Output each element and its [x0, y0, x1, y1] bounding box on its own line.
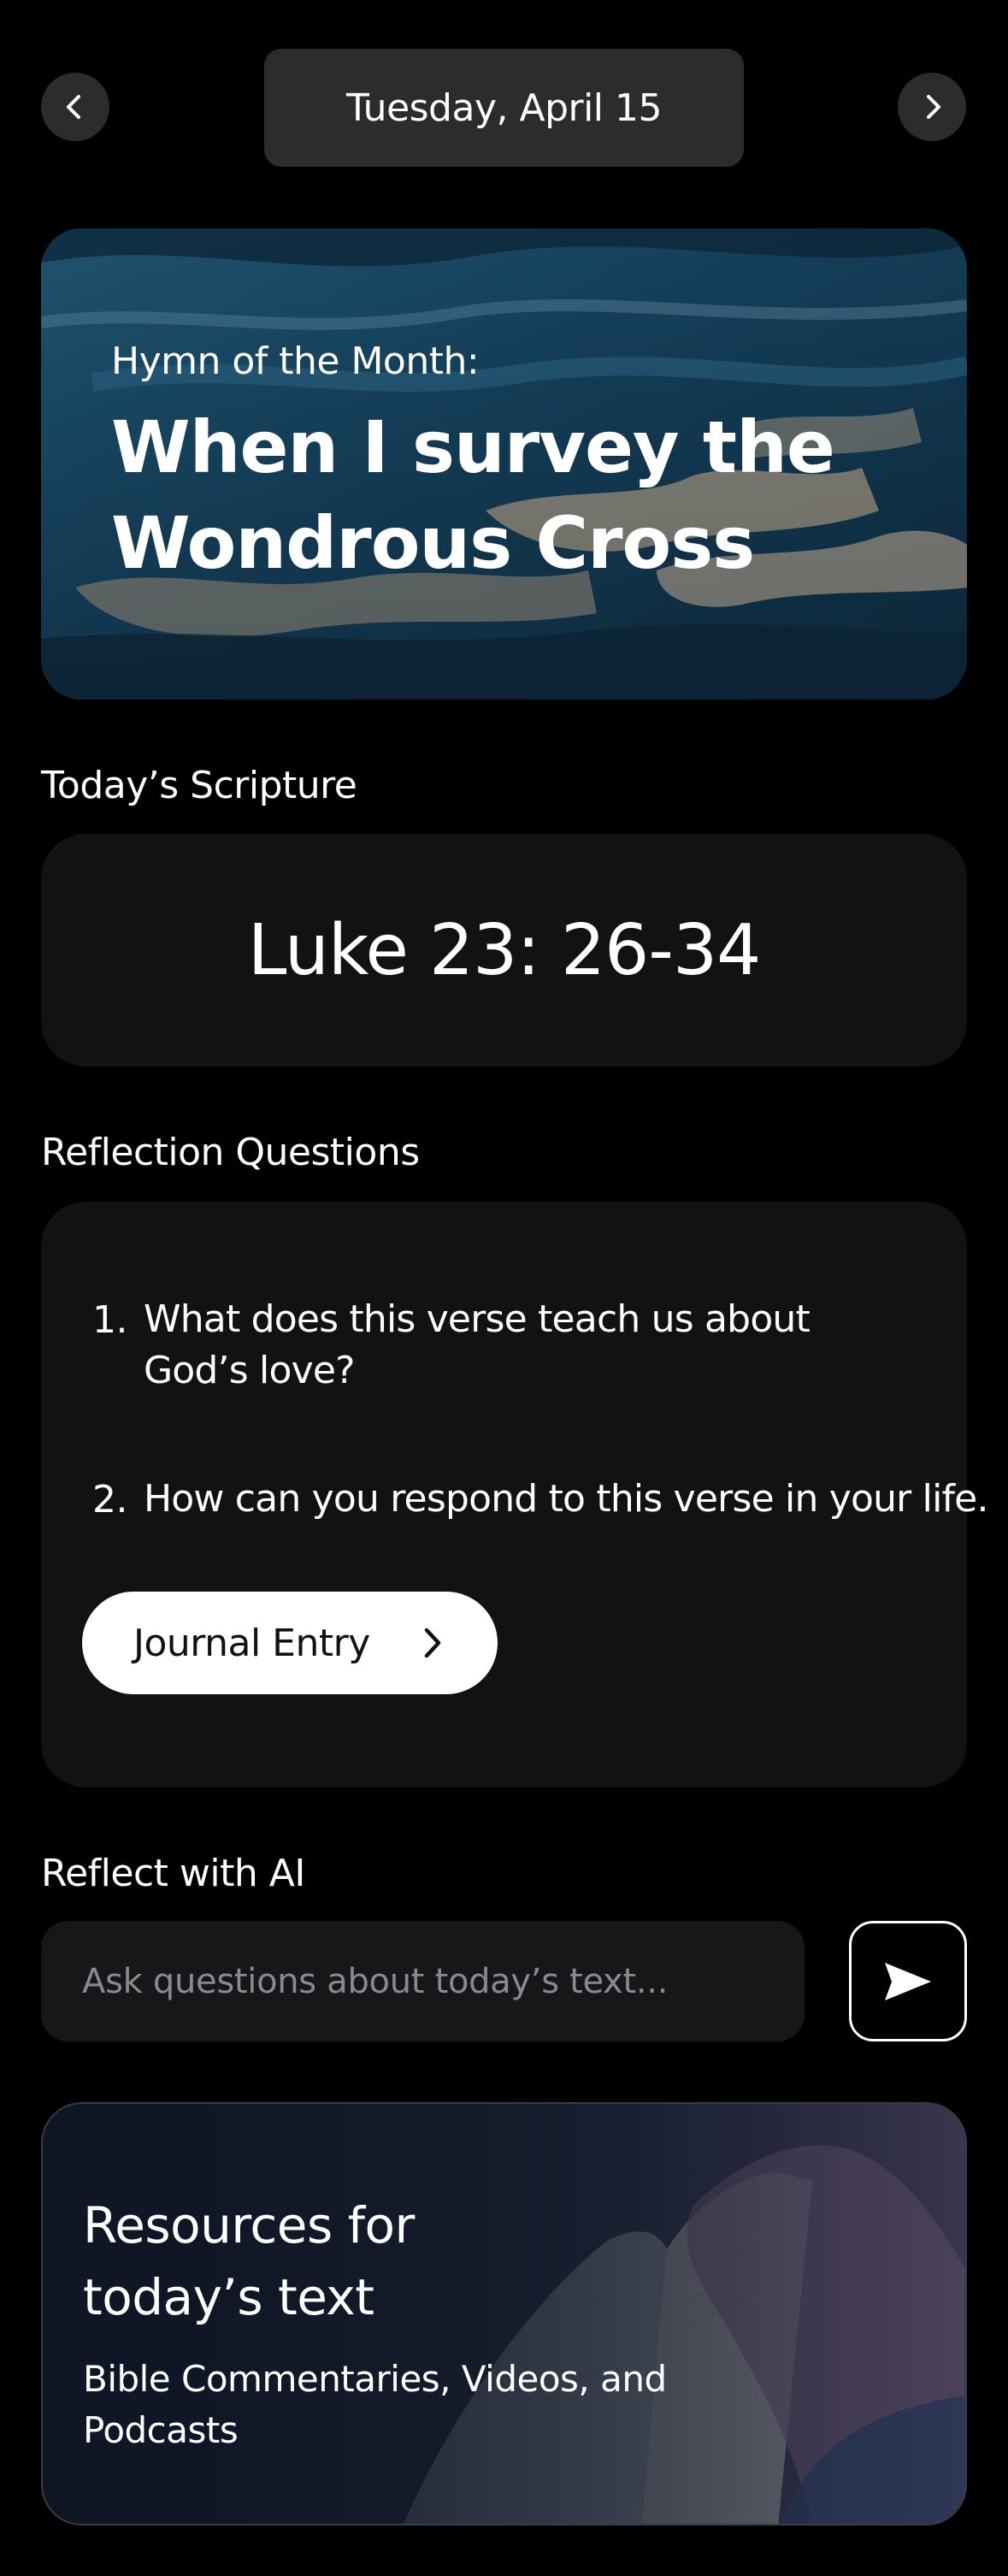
reflection-section-label: Reflection Questions [41, 1131, 420, 1174]
journal-entry-label: Journal Entry [133, 1621, 370, 1665]
ai-question-input[interactable]: Ask questions about today’s text... [41, 1921, 805, 2041]
hymn-title: When I survey the Wondrous Cross [111, 405, 835, 585]
question-number: 1. [92, 1298, 127, 1342]
send-button[interactable] [849, 1921, 967, 2041]
previous-day-button[interactable] [41, 73, 109, 141]
hymn-eyebrow: Hymn of the Month: [111, 340, 480, 383]
hymn-of-the-month-card[interactable]: Hymn of the Month: When I survey the Won… [41, 228, 967, 700]
ai-input-placeholder: Ask questions about today’s text... [82, 1961, 669, 2001]
scripture-card[interactable]: Luke 23: 26-34 [41, 834, 967, 1066]
ai-section-label: Reflect with AI [41, 1852, 305, 1895]
date-label: Tuesday, April 15 [345, 86, 663, 130]
resources-subtitle: Bible Commentaries, Videos, and Podcasts [83, 2358, 667, 2451]
resources-card[interactable]: Resources for today’s text Bible Comment… [41, 2102, 967, 2526]
scripture-section-label: Today’s Scripture [41, 764, 357, 807]
journal-entry-button[interactable]: Journal Entry [82, 1592, 498, 1694]
chevron-right-icon [424, 1628, 440, 1658]
scripture-reference: Luke 23: 26-34 [247, 909, 762, 991]
next-day-button[interactable] [898, 73, 966, 141]
question-text: How can you respond to this verse in you… [144, 1477, 988, 1521]
resources-title: Resources for today’s text [83, 2196, 415, 2326]
question-text: What does this verse teach us about God’… [144, 1297, 811, 1392]
date-selector[interactable]: Tuesday, April 15 [264, 49, 744, 167]
chevron-right-icon [927, 95, 940, 119]
chevron-left-icon [67, 95, 80, 119]
question-number: 2. [92, 1478, 127, 1521]
send-icon [885, 1962, 931, 2000]
